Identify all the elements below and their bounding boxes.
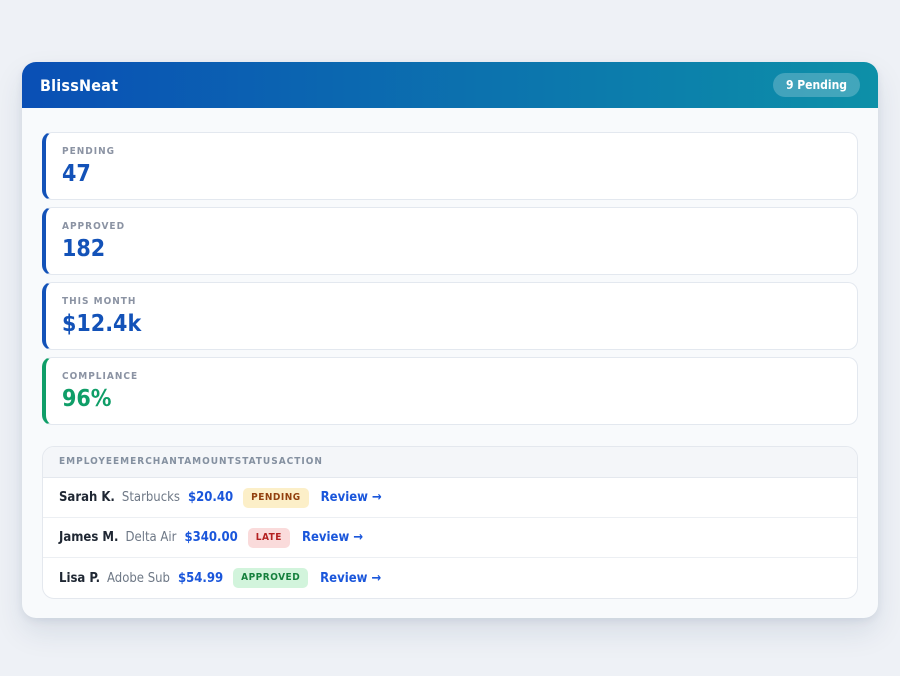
stat-value: 96% [62, 387, 841, 412]
table-row: Lisa P. Adobe Sub $54.99 APPROVED Review… [43, 558, 857, 598]
column-header-amount: AMOUNT [184, 456, 235, 467]
stat-value: 47 [62, 162, 841, 187]
status-badge: PENDING [243, 488, 309, 508]
amount-value: $340.00 [184, 530, 237, 545]
column-header-employee: EMPLOYEE [59, 456, 120, 467]
employee-name: Lisa P. [59, 571, 100, 586]
stat-card-this-month: THIS MONTH $12.4k [42, 282, 858, 350]
stat-label: APPROVED [62, 221, 841, 232]
review-link[interactable]: Review → [320, 571, 381, 586]
status-badge: APPROVED [233, 568, 308, 588]
review-link[interactable]: Review → [302, 530, 363, 545]
stat-label: PENDING [62, 146, 841, 157]
column-header-status: STATUS [235, 456, 279, 467]
stat-label: COMPLIANCE [62, 371, 841, 382]
pending-count-badge: 9 Pending [773, 73, 860, 97]
amount-value: $54.99 [178, 571, 223, 586]
status-badge: LATE [248, 528, 290, 548]
stat-label: THIS MONTH [62, 296, 841, 307]
app-header: BlissNeat 9 Pending [22, 62, 878, 108]
amount-value: $20.40 [188, 490, 233, 505]
app-card: BlissNeat 9 Pending PENDING 47 APPROVED … [22, 62, 878, 618]
stat-value: 182 [62, 237, 841, 262]
stat-card-compliance: COMPLIANCE 96% [42, 357, 858, 425]
merchant-name: Delta Air [125, 530, 176, 545]
column-header-action: ACTION [279, 456, 323, 467]
employee-name: James M. [59, 530, 118, 545]
table-row: Sarah K. Starbucks $20.40 PENDING Review… [43, 478, 857, 518]
expenses-table: EMPLOYEEMERCHANTAMOUNTSTATUSACTION Sarah… [42, 446, 858, 599]
stat-value: $12.4k [62, 312, 841, 337]
merchant-name: Starbucks [122, 490, 180, 505]
employee-name: Sarah K. [59, 490, 115, 505]
table-row: James M. Delta Air $340.00 LATE Review → [43, 518, 857, 558]
stat-card-approved: APPROVED 182 [42, 207, 858, 275]
review-link[interactable]: Review → [321, 490, 382, 505]
stat-card-pending: PENDING 47 [42, 132, 858, 200]
app-title: BlissNeat [40, 76, 118, 95]
merchant-name: Adobe Sub [107, 571, 170, 586]
column-header-merchant: MERCHANT [120, 456, 184, 467]
table-header-row: EMPLOYEEMERCHANTAMOUNTSTATUSACTION [43, 447, 857, 478]
main-content: PENDING 47 APPROVED 182 THIS MONTH $12.4… [22, 108, 878, 618]
